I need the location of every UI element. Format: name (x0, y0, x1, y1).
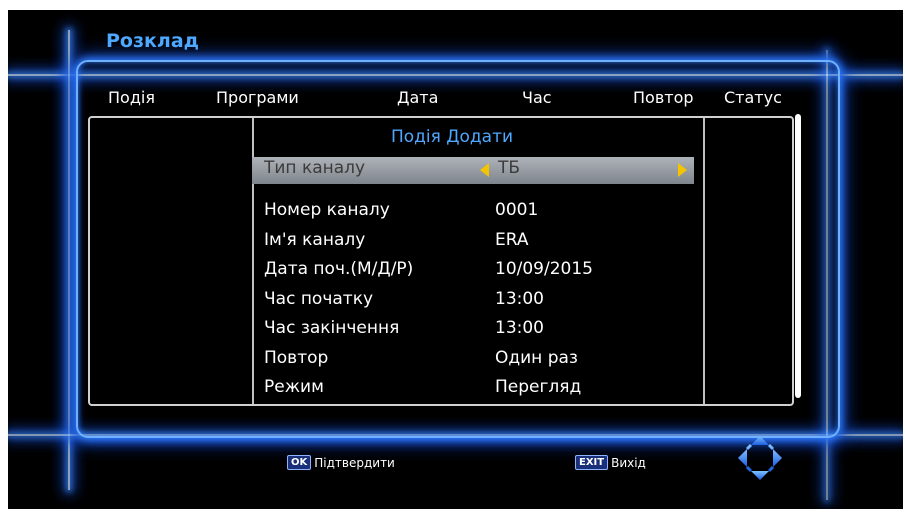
exit-hint[interactable]: EXIT Вихід (575, 455, 646, 470)
ok-confirm-hint[interactable]: OK Підтвердити (287, 455, 395, 470)
field-label-end-time[interactable]: Час закінчення (264, 318, 399, 338)
column-header-programs: Програми (216, 88, 299, 107)
field-value-end-time[interactable]: 13:00 (495, 318, 544, 338)
field-value-start-time[interactable]: 13:00 (495, 289, 544, 309)
dpad-navigation-icon (738, 436, 782, 480)
ok-key-label: Підтвердити (314, 455, 395, 470)
table-divider-right (703, 118, 705, 404)
scrollbar[interactable] (795, 114, 801, 398)
field-value-repeat[interactable]: Один раз (495, 348, 578, 368)
exit-key-icon: EXIT (575, 455, 609, 470)
field-label-start-date[interactable]: Дата поч.(М/Д/Р) (264, 259, 413, 279)
field-value-start-date[interactable]: 10/09/2015 (495, 259, 593, 279)
column-header-repeat: Повтор (633, 88, 694, 107)
field-label-channel-name[interactable]: Ім'я каналу (264, 230, 365, 250)
column-header-time: Час (522, 88, 552, 107)
ok-key-icon: OK (287, 455, 312, 470)
field-label-channel-type[interactable]: Тип каналу (264, 158, 365, 178)
dialog-title: Подія Додати (390, 127, 514, 147)
column-header-event: Подія (108, 88, 155, 107)
field-label-repeat[interactable]: Повтор (264, 348, 328, 368)
glow-line-left (68, 30, 70, 490)
column-header-status: Статус (724, 88, 782, 107)
field-value-channel-type[interactable]: ТБ (498, 158, 520, 178)
field-value-mode[interactable]: Перегляд (495, 377, 581, 397)
page-title: Розклад (106, 30, 199, 52)
column-header-date: Дата (397, 88, 439, 107)
triangle-right-icon[interactable] (678, 163, 687, 177)
field-label-mode[interactable]: Режим (264, 377, 324, 397)
field-label-channel-number[interactable]: Номер каналу (264, 200, 390, 220)
exit-key-label: Вихід (611, 455, 646, 470)
field-value-channel-name[interactable]: ERA (495, 230, 529, 250)
field-label-start-time[interactable]: Час початку (264, 289, 373, 309)
triangle-left-icon[interactable] (480, 163, 489, 177)
field-value-channel-number[interactable]: 0001 (495, 200, 538, 220)
